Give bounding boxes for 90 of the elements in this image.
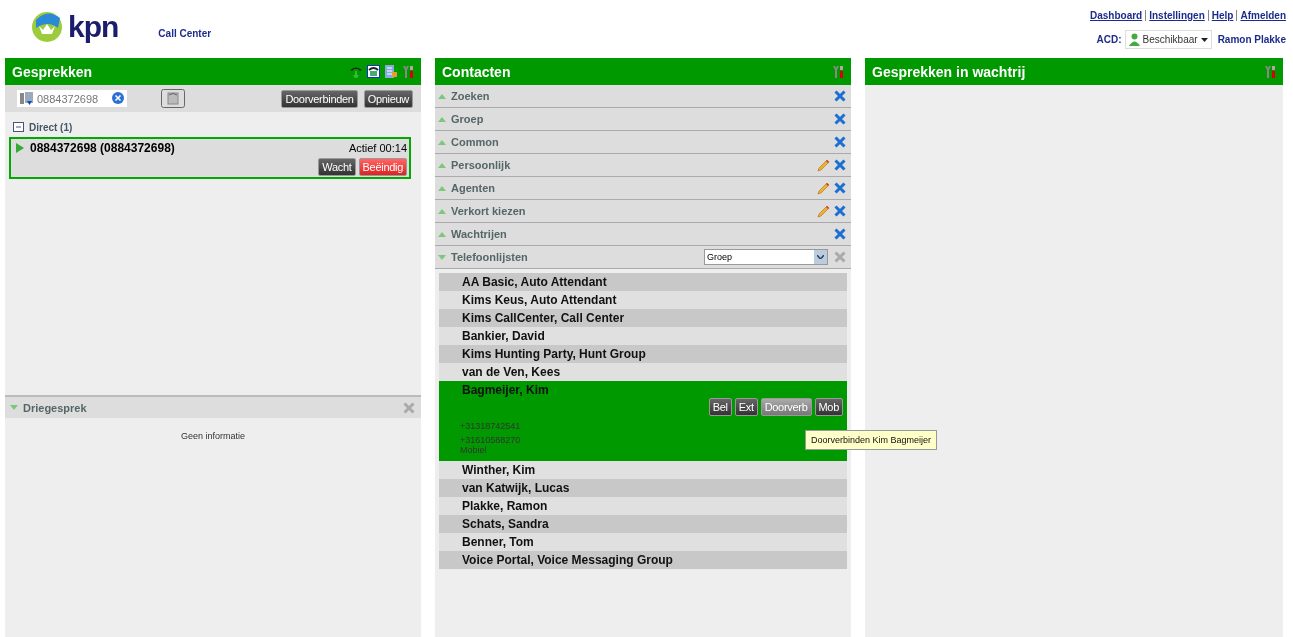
empty-message: Geen informatie xyxy=(179,431,246,441)
header-link[interactable]: Instellingen xyxy=(1145,10,1205,21)
contact-item[interactable]: Voice Portal, Voice Messaging Group xyxy=(439,551,847,569)
contact-item[interactable]: AA Basic, Auto Attendant xyxy=(439,273,847,291)
contact-item[interactable]: van de Ven, Kees xyxy=(439,363,847,381)
caret-icon xyxy=(1200,37,1208,42)
call-status: Actief 00:14 xyxy=(348,142,407,154)
expand-icon[interactable] xyxy=(438,184,446,192)
section-header[interactable]: Persoonlijk xyxy=(435,154,851,177)
panel-title: Contacten xyxy=(442,63,511,80)
section-title: Common xyxy=(451,136,499,148)
contact-item[interactable]: Schats, Sandra xyxy=(439,515,847,533)
section-title: Verkort kiezen xyxy=(451,205,526,217)
tools-icon[interactable] xyxy=(832,64,844,79)
panel-title: Gesprekken xyxy=(12,63,93,80)
tools-icon[interactable] xyxy=(402,64,414,79)
section-header[interactable]: Zoeken xyxy=(435,85,851,108)
section-title: Driegesprek xyxy=(23,401,87,414)
close-icon[interactable] xyxy=(834,136,846,148)
dialpad-icon[interactable] xyxy=(161,89,185,108)
tooltip: Doorverbinden Kim Bagmeijer xyxy=(805,430,938,450)
phone-label: Mobiel xyxy=(460,445,487,455)
phone-grid-icon[interactable] xyxy=(367,65,380,78)
person-icon xyxy=(1128,33,1140,46)
section-title: Zoeken xyxy=(451,90,490,102)
brand-name: kpn xyxy=(68,10,119,44)
header-link[interactable]: Help xyxy=(1207,10,1234,21)
status-select[interactable]: Beschikbaar xyxy=(1124,30,1212,49)
section-header[interactable]: Common xyxy=(435,131,851,154)
phone-number: +31610588270 xyxy=(460,435,521,445)
acd-label: ACD: xyxy=(1096,34,1122,45)
play-icon xyxy=(16,143,24,153)
section-title: Agenten xyxy=(451,182,495,194)
close-icon[interactable] xyxy=(834,159,846,171)
section-header[interactable]: Wachtrijen xyxy=(435,223,851,246)
close-icon[interactable] xyxy=(834,205,846,217)
section-title: Wachtrijen xyxy=(451,228,507,240)
close-icon[interactable] xyxy=(834,90,846,102)
caret-icon[interactable] xyxy=(817,255,824,259)
call-item[interactable]: 0884372698 (0884372698) Actief 00:14 Wacht Beëindig xyxy=(9,137,411,179)
pencil-icon[interactable] xyxy=(817,158,830,172)
clear-icon[interactable] xyxy=(112,92,124,104)
call-number: 0884372698 (0884372698) xyxy=(30,141,175,155)
expand-icon[interactable] xyxy=(438,207,446,215)
section-title: Groep xyxy=(451,113,484,125)
pencil-icon[interactable] xyxy=(817,181,830,195)
expand-icon[interactable] xyxy=(438,115,446,123)
list-icon[interactable] xyxy=(385,65,397,78)
tools-icon[interactable] xyxy=(1264,64,1276,79)
contact-item[interactable]: Kims Hunting Party, Hunt Group xyxy=(439,345,847,363)
close-icon[interactable] xyxy=(834,113,846,125)
crown-logo-icon xyxy=(30,10,64,44)
expand-icon[interactable] xyxy=(438,161,446,169)
toolbar-button[interactable]: Opnieuw xyxy=(363,89,413,108)
expand-icon[interactable] xyxy=(438,92,446,100)
contact-item[interactable]: Kims Keus, Auto Attendant xyxy=(439,291,847,309)
header-link[interactable]: Afmelden xyxy=(1236,10,1286,21)
contact-item[interactable]: Winther, Kim xyxy=(439,461,847,479)
group-label: Direct (1) xyxy=(29,121,73,133)
close-icon[interactable] xyxy=(834,182,846,194)
contact-item[interactable]: van Katwijk, Lucas xyxy=(439,479,847,497)
close-icon[interactable] xyxy=(834,228,846,240)
toolbar-button[interactable]: Doorverbinden xyxy=(281,89,358,108)
contact-name: Bagmeijer, Kim xyxy=(462,383,550,397)
contact-action-button[interactable]: Ext xyxy=(734,398,758,416)
call-action-button[interactable]: Wacht xyxy=(318,158,356,176)
phone-number: +31318742541 xyxy=(460,421,521,431)
contact-item[interactable]: Kims CallCenter, Call Center xyxy=(439,309,847,327)
contact-item[interactable]: Benner, Tom xyxy=(439,533,847,551)
expand-icon[interactable] xyxy=(438,138,446,146)
contact-action-button[interactable]: Mob xyxy=(814,398,843,416)
section-header[interactable]: Verkort kiezen xyxy=(435,200,851,223)
contact-item[interactable]: Plakke, Ramon xyxy=(439,497,847,515)
collapse-icon[interactable] xyxy=(13,122,24,132)
expand-icon[interactable] xyxy=(438,230,446,238)
panel-title: Gesprekken in wachtrij xyxy=(872,63,1026,80)
user-name: Ramon Plakke xyxy=(1217,34,1286,45)
phone-book-icon[interactable] xyxy=(20,92,34,105)
contact-item[interactable]: Bankier, David xyxy=(439,327,847,345)
call-action-button[interactable]: Beëindig xyxy=(358,158,407,176)
header-link[interactable]: Dashboard xyxy=(1089,10,1143,21)
section-title: Persoonlijk xyxy=(451,159,511,171)
section-title: Telefoonlijsten xyxy=(451,251,528,263)
section-header[interactable]: Agenten xyxy=(435,177,851,200)
pencil-icon[interactable] xyxy=(817,204,830,218)
phone-icon[interactable] xyxy=(350,65,362,78)
contact-action-button[interactable]: Bel xyxy=(708,398,732,416)
section-header[interactable]: Groep xyxy=(435,108,851,131)
product-name: Call Center xyxy=(158,27,212,39)
close-icon[interactable] xyxy=(403,401,415,414)
